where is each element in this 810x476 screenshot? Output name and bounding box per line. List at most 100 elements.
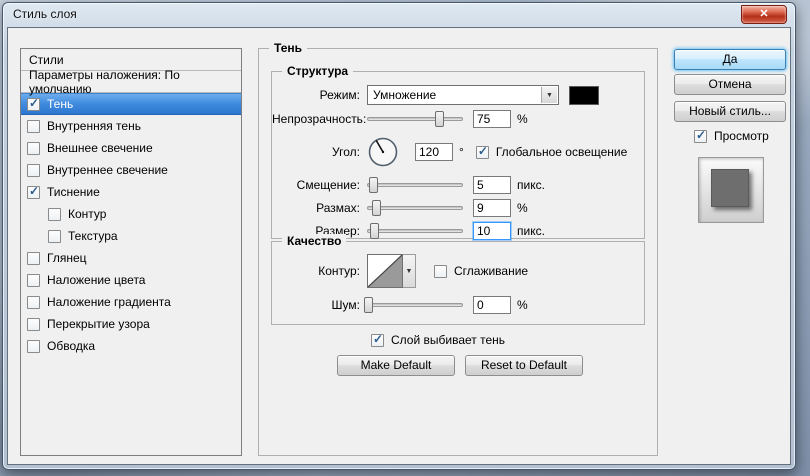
- ok-button[interactable]: Да: [674, 49, 786, 70]
- action-column: Да Отмена Новый стиль... Просмотр: [674, 49, 786, 223]
- antialias-option[interactable]: Сглаживание: [434, 264, 528, 278]
- checkbox-color-overlay[interactable]: [27, 273, 40, 287]
- noise-unit: %: [517, 298, 528, 312]
- make-default-button[interactable]: Make Default: [337, 355, 455, 376]
- knockout-checkbox[interactable]: [371, 332, 384, 347]
- global-light-label: Глобальное освещение: [495, 145, 628, 159]
- noise-slider[interactable]: [363, 296, 463, 314]
- panel-title: Тень: [269, 41, 308, 55]
- chevron-down-icon: ▼: [541, 87, 557, 103]
- distance-slider[interactable]: [367, 176, 463, 194]
- quality-group-title: Качество: [282, 234, 347, 248]
- quality-group: Качество Контур: ▼ Сглаживание Шум: 0 %: [271, 234, 645, 325]
- spread-label: Размах:: [316, 201, 360, 215]
- knockout-label: Слой выбивает тень: [391, 333, 506, 347]
- noise-slider-thumb[interactable]: [363, 297, 373, 313]
- sidebar-item-pattern-overlay[interactable]: Перекрытие узора: [21, 313, 241, 335]
- style-preview-swatch: [711, 169, 749, 207]
- titlebar[interactable]: Стиль слоя ✕: [3, 3, 795, 26]
- distance-row: Смещение: пикс.: [272, 176, 644, 194]
- close-icon: ✕: [759, 8, 769, 20]
- sidebar-item-color-overlay[interactable]: Наложение цвета: [21, 269, 241, 291]
- layer-style-dialog: Стиль слоя ✕ Стили Параметры наложения: …: [2, 2, 796, 470]
- contour-row: Контур: ▼ Сглаживание: [272, 254, 644, 288]
- size-unit: пикс.: [517, 224, 545, 238]
- window-title: Стиль слоя: [13, 7, 77, 21]
- knockout-option[interactable]: Слой выбивает тень: [371, 332, 506, 347]
- noise-input[interactable]: [473, 296, 511, 314]
- distance-slider-track: [367, 183, 463, 187]
- sidebar-item-satin[interactable]: Глянец: [21, 247, 241, 269]
- spread-input[interactable]: [473, 199, 511, 217]
- checkbox-pattern-overlay[interactable]: [27, 317, 40, 331]
- distance-slider-thumb[interactable]: [368, 177, 378, 193]
- angle-row: Угол: ° Глобальное освещение: [272, 133, 644, 171]
- preview-checkbox[interactable]: [694, 128, 707, 143]
- sidebar-item-inner-glow[interactable]: Внутреннее свечение: [21, 159, 241, 181]
- angle-input[interactable]: [415, 143, 453, 161]
- checkbox-drop-shadow[interactable]: [27, 96, 40, 111]
- close-button[interactable]: ✕: [741, 5, 787, 24]
- global-light-option[interactable]: Глобальное освещение: [475, 144, 628, 159]
- checkbox-texture[interactable]: [48, 229, 61, 243]
- checkbox-inner-shadow[interactable]: [27, 119, 40, 133]
- sidebar-item-stroke[interactable]: Обводка: [21, 335, 241, 357]
- structure-group-title: Структура: [282, 64, 354, 78]
- contour-label: Контур:: [318, 264, 360, 278]
- antialias-label: Сглаживание: [454, 264, 529, 278]
- sidebar-item-texture[interactable]: Текстура: [21, 225, 241, 247]
- desktop-background: Стиль слоя ✕ Стили Параметры наложения: …: [0, 0, 810, 476]
- preview-label: Просмотр: [714, 129, 769, 143]
- size-slider[interactable]: [367, 222, 463, 240]
- antialias-checkbox[interactable]: [434, 264, 447, 278]
- opacity-unit: %: [517, 112, 528, 126]
- contour-dropdown-icon[interactable]: ▼: [403, 254, 416, 288]
- spread-slider[interactable]: [367, 199, 463, 217]
- opacity-slider[interactable]: [367, 110, 463, 128]
- checkbox-satin[interactable]: [27, 251, 40, 265]
- sidebar-item-gradient-overlay[interactable]: Наложение градиента: [21, 291, 241, 313]
- angle-dial[interactable]: [367, 136, 399, 168]
- checkbox-inner-glow[interactable]: [27, 163, 40, 177]
- checkbox-outer-glow[interactable]: [27, 141, 40, 155]
- sidebar-item-outer-glow[interactable]: Внешнее свечение: [21, 137, 241, 159]
- distance-input[interactable]: [473, 176, 511, 194]
- reset-default-button[interactable]: Reset to Default: [465, 355, 583, 376]
- checkbox-bevel-emboss[interactable]: [27, 184, 40, 199]
- global-light-checkbox[interactable]: [475, 144, 489, 159]
- dialog-body: Стили Параметры наложения: По умолчанию …: [7, 27, 791, 465]
- checkbox-gradient-overlay[interactable]: [27, 295, 40, 309]
- contour-thumbnail-icon[interactable]: [367, 254, 403, 288]
- noise-row: Шум: %: [272, 296, 644, 314]
- opacity-input[interactable]: [473, 110, 511, 128]
- spread-slider-track: [367, 206, 463, 210]
- new-style-button[interactable]: Новый стиль...: [674, 101, 786, 122]
- spread-slider-thumb[interactable]: [371, 200, 381, 216]
- style-preview-panel: [698, 157, 764, 223]
- distance-label: Смещение:: [296, 178, 360, 192]
- opacity-slider-track: [367, 117, 463, 121]
- distance-unit: пикс.: [517, 178, 545, 192]
- sidebar-item-bevel-emboss[interactable]: Тиснение: [21, 181, 241, 203]
- opacity-row: Непрозрачность: %: [272, 110, 644, 128]
- noise-slider-track: [367, 303, 463, 307]
- sidebar-item-drop-shadow[interactable]: Тень: [21, 93, 241, 115]
- cancel-button[interactable]: Отмена: [674, 74, 786, 95]
- size-slider-track: [367, 229, 463, 233]
- sidebar-item-blending-options[interactable]: Параметры наложения: По умолчанию: [21, 68, 241, 96]
- blend-mode-row: Режим: Умножение ▼: [272, 85, 644, 105]
- sidebar-item-contour[interactable]: Контур: [21, 203, 241, 225]
- shadow-color-swatch[interactable]: [569, 85, 599, 105]
- checkbox-stroke[interactable]: [27, 339, 40, 353]
- structure-group: Структура Режим: Умножение ▼ Непрозрачно…: [271, 64, 645, 240]
- preview-option[interactable]: Просмотр: [694, 128, 786, 143]
- sidebar-item-inner-shadow[interactable]: Внутренняя тень: [21, 115, 241, 137]
- opacity-slider-thumb[interactable]: [435, 111, 444, 127]
- checkbox-contour[interactable]: [48, 207, 61, 221]
- size-input[interactable]: [473, 222, 511, 240]
- size-slider-thumb[interactable]: [369, 223, 379, 239]
- contour-picker[interactable]: ▼: [367, 254, 416, 288]
- blend-mode-select[interactable]: Умножение ▼: [367, 85, 559, 105]
- spread-unit: %: [517, 201, 528, 215]
- angle-unit: °: [459, 145, 464, 159]
